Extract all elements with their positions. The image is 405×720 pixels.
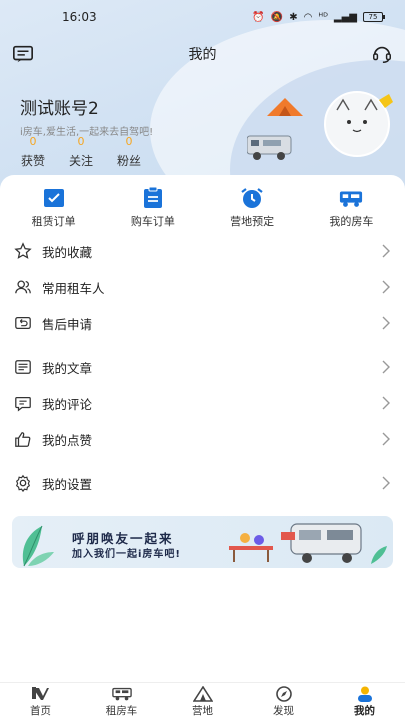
- status-time: 16:03: [62, 10, 97, 24]
- quick-actions: 租赁订单 购车订单 营地预定 我的房车: [0, 175, 405, 229]
- customer-service-icon[interactable]: [371, 43, 393, 65]
- purchase-orders-button[interactable]: 购车订单: [108, 187, 198, 229]
- menu-item-favorites[interactable]: 我的收藏: [0, 233, 405, 269]
- page-title: 我的: [188, 47, 217, 63]
- menu-item-label: 我的文章: [42, 360, 93, 376]
- quick-action-label: 租赁订单: [31, 215, 76, 228]
- star-icon: [14, 242, 32, 259]
- hd-icon: ᴴᴰ: [318, 11, 328, 23]
- bottom-tab-bar: 首页 租房车 营地 发现 我的: [0, 682, 405, 720]
- camp-booking-button[interactable]: 营地预定: [207, 187, 297, 229]
- chevron-right-icon: [382, 244, 390, 258]
- chevron-right-icon: [382, 432, 390, 446]
- tab-camp[interactable]: 营地: [173, 685, 233, 718]
- menu-item-label: 常用租车人: [42, 280, 105, 296]
- tab-discover[interactable]: 发现: [254, 685, 314, 718]
- wifi-icon: ◠: [303, 11, 313, 23]
- menu-item-likes[interactable]: 我的点赞: [0, 421, 405, 457]
- alarm-icon: ⏰: [252, 11, 265, 23]
- profile-info[interactable]: 测试账号2 i房车,爱生活,一起来去自驾吧!: [20, 94, 153, 138]
- camping-rv-illustration: [229, 523, 387, 564]
- chevron-right-icon: [382, 280, 390, 294]
- rental-orders-button[interactable]: 租赁订单: [9, 187, 99, 229]
- menu-item-label: 我的点赞: [42, 432, 93, 448]
- chevron-right-icon: [382, 396, 390, 410]
- menu-item-label: 我的收藏: [42, 244, 93, 260]
- menu-item-comments[interactable]: 我的评论: [0, 385, 405, 421]
- quick-action-label: 营地预定: [230, 215, 275, 228]
- stat-value: 0: [77, 135, 85, 148]
- tab-label: 营地: [192, 704, 213, 717]
- battery-icon: 75: [363, 12, 385, 22]
- tab-label: 租房车: [105, 704, 138, 717]
- chevron-right-icon: [382, 360, 390, 374]
- menu-group-orders: 我的收藏 常用租车人 售后申请: [0, 233, 405, 341]
- leaf-decoration-icon: [22, 525, 54, 567]
- stat-following[interactable]: 0 关注: [68, 135, 94, 169]
- chevron-right-icon: [382, 316, 390, 330]
- gear-icon: [15, 474, 31, 492]
- rv-icon: [340, 191, 363, 207]
- tab-label: 首页: [30, 704, 51, 717]
- status-icons: ⏰ 🔕 ✱ ◠ ᴴᴰ ▂▄▆ 75: [252, 11, 385, 23]
- discover-icon: [275, 685, 292, 702]
- rental-order-icon: [43, 189, 64, 207]
- alarm-clock-icon: [241, 188, 263, 208]
- invite-friends-banner[interactable]: 呼朋唤友一起来 加入我们一起i房车吧!: [12, 516, 393, 568]
- stat-label: 获赞: [20, 154, 45, 168]
- tab-label: 发现: [273, 704, 294, 717]
- stat-label: 粉丝: [116, 154, 141, 168]
- profile-icon: [357, 686, 372, 702]
- menu-group-settings: 我的设置: [0, 465, 405, 501]
- stat-likes[interactable]: 0 获赞: [20, 135, 46, 169]
- mute-icon: 🔕: [270, 11, 284, 23]
- content-card: 租赁订单 购车订单 营地预定 我的房车 我的收藏 常用租车人 售后申请 我的文章…: [0, 175, 405, 682]
- menu-item-label: 我的设置: [42, 476, 93, 492]
- menu-group-content: 我的文章 我的评论 我的点赞: [0, 349, 405, 457]
- menu-item-after-sales[interactable]: 售后申请: [0, 305, 405, 341]
- bluetooth-icon: ✱: [289, 11, 298, 23]
- article-icon: [15, 360, 31, 374]
- tab-label: 我的: [354, 704, 375, 717]
- home-rv-icon: [31, 686, 49, 700]
- chevron-right-icon: [382, 476, 390, 490]
- menu-item-settings[interactable]: 我的设置: [0, 465, 405, 501]
- tab-home[interactable]: 首页: [11, 686, 71, 718]
- status-bar: 16:03 ⏰ 🔕 ✱ ◠ ᴴᴰ ▂▄▆ 75: [0, 0, 405, 34]
- menu-item-frequent-renters[interactable]: 常用租车人: [0, 269, 405, 305]
- top-nav: 我的: [0, 40, 405, 68]
- message-icon[interactable]: [12, 43, 34, 65]
- rent-rv-icon: [111, 687, 132, 700]
- menu-item-articles[interactable]: 我的文章: [0, 349, 405, 385]
- stat-label: 关注: [68, 154, 93, 168]
- thumbs-up-icon: [15, 432, 31, 447]
- purchase-order-icon: [143, 187, 162, 208]
- banner-subtitle: 加入我们一起i房车吧!: [72, 549, 181, 560]
- my-rv-button[interactable]: 我的房车: [306, 187, 396, 229]
- quick-action-label: 我的房车: [329, 215, 374, 228]
- stat-value: 0: [125, 135, 133, 148]
- stat-value: 0: [29, 135, 37, 148]
- stat-followers[interactable]: 0 粉丝: [116, 135, 142, 169]
- account-name: 测试账号2: [20, 99, 99, 119]
- camp-icon: [192, 685, 213, 702]
- menu-item-label: 售后申请: [42, 316, 93, 332]
- profile-stats: 0 获赞 0 关注 0 粉丝: [20, 135, 142, 169]
- tab-rent-rv[interactable]: 租房车: [92, 686, 152, 718]
- comment-icon: [15, 396, 31, 412]
- quick-action-label: 购车订单: [130, 215, 175, 228]
- signal-icon: ▂▄▆: [333, 11, 357, 23]
- tab-profile[interactable]: 我的: [335, 686, 395, 718]
- menu-item-label: 我的评论: [42, 396, 93, 412]
- return-icon: [15, 316, 31, 330]
- avatar-illustration[interactable]: [247, 88, 397, 178]
- users-icon: [15, 280, 31, 294]
